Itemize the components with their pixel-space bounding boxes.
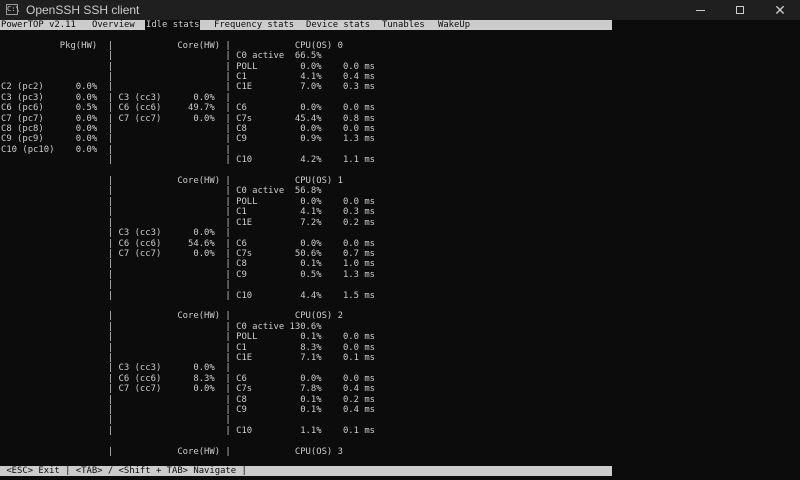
- terminal-screen[interactable]: PowerTOP v2.11 Overview Idle stats Frequ…: [0, 20, 800, 480]
- tab-bar: PowerTOP v2.11 Overview Idle stats Frequ…: [0, 20, 612, 31]
- tab-wakeup[interactable]: WakeUp: [437, 20, 471, 30]
- minimize-button[interactable]: [680, 0, 720, 20]
- close-button[interactable]: ✕: [760, 0, 800, 20]
- terminal-icon: C:\: [6, 4, 20, 15]
- tab-tunables[interactable]: Tunables: [381, 20, 426, 30]
- keyboard-help: <ESC> Exit | <TAB> / <Shift + TAB> Navig…: [1, 466, 247, 476]
- window-controls: ✕: [680, 0, 800, 20]
- status-bar: <ESC> Exit | <TAB> / <Shift + TAB> Navig…: [0, 466, 612, 477]
- tab-frequency-stats[interactable]: Frequency stats: [213, 20, 295, 30]
- minimize-icon: [695, 9, 705, 11]
- idle-stats-output: Pkg(HW) | Core(HW) | CPU(OS) 0 | | C0 ac…: [1, 40, 376, 457]
- tab-device-stats[interactable]: Device stats: [305, 20, 371, 30]
- maximize-icon: [736, 6, 744, 14]
- maximize-button[interactable]: [720, 0, 760, 20]
- window-title: OpenSSH SSH client: [26, 3, 140, 17]
- titlebar: C:\ OpenSSH SSH client ✕: [0, 0, 800, 20]
- app-version-label: PowerTOP v2.11: [1, 20, 76, 30]
- tab-idle-stats[interactable]: Idle stats: [145, 20, 201, 31]
- tab-overview[interactable]: Overview: [91, 20, 136, 30]
- close-icon: ✕: [774, 2, 786, 18]
